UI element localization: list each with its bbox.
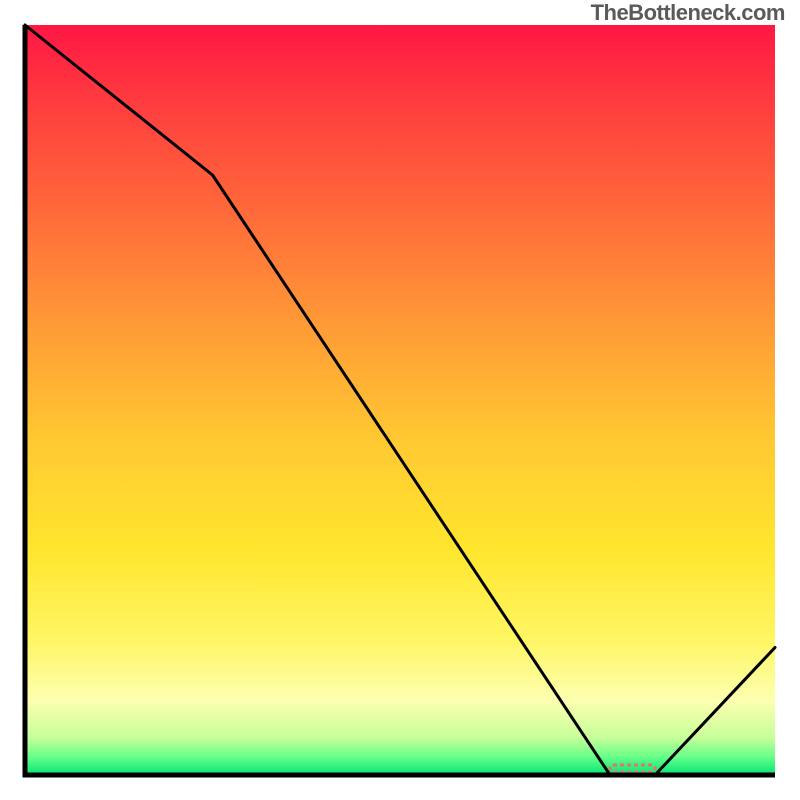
- watermark: TheBottleneck.com: [591, 0, 785, 26]
- chart-container: TheBottleneck.com: [0, 0, 800, 800]
- bottleneck-chart: [0, 0, 800, 800]
